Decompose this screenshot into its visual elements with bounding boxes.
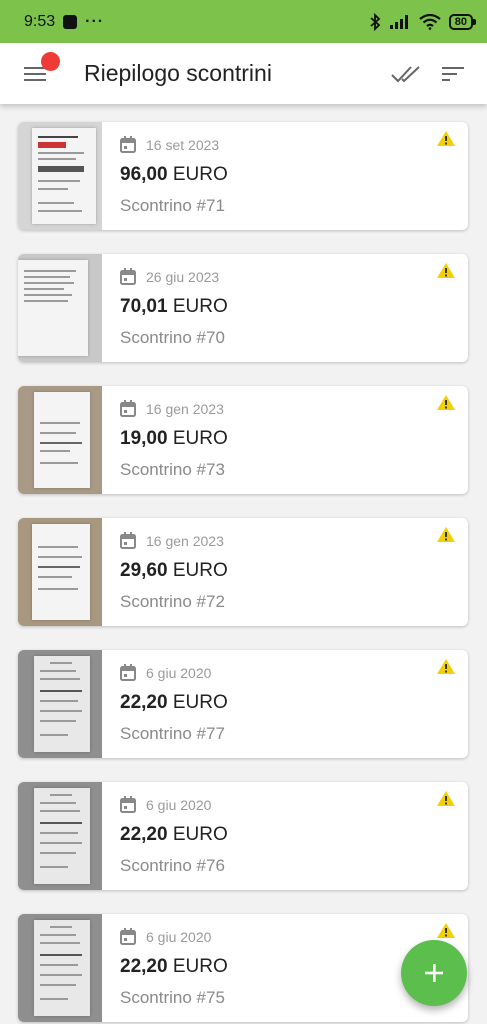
status-bar: 9:53 ··· 80: [0, 0, 487, 43]
receipt-name: Scontrino #71: [120, 196, 225, 215]
receipt-date: 6 giu 2020: [146, 664, 212, 681]
app-bar: Riepilogo scontrini: [0, 43, 487, 104]
wifi-icon: [419, 13, 441, 30]
app-notification-icon: [63, 14, 78, 29]
receipt-name: Scontrino #73: [120, 460, 225, 479]
more-notifications-icon: ···: [85, 12, 105, 30]
receipt-thumbnail: [18, 518, 102, 626]
warning-icon[interactable]: [436, 394, 456, 411]
add-receipt-button[interactable]: [401, 940, 467, 1006]
warning-icon[interactable]: [436, 790, 456, 807]
receipt-date: 26 giu 2023: [146, 268, 220, 285]
menu-button[interactable]: [0, 43, 60, 104]
receipt-date: 6 giu 2020: [146, 928, 212, 945]
status-time: 9:53: [24, 12, 56, 30]
receipt-amount: 19,00 EURO: [120, 428, 228, 449]
receipt-amount: 22,20 EURO: [120, 956, 228, 977]
calendar-icon: [120, 532, 136, 549]
receipt-list: 16 set 2023 96,00 EURO Scontrino #71 26 …: [0, 104, 487, 1024]
bluetooth-icon: [370, 12, 381, 31]
signal-icon: [389, 14, 408, 29]
double-check-icon[interactable]: [391, 64, 421, 84]
receipt-thumbnail: [18, 386, 102, 494]
calendar-icon: [120, 928, 136, 945]
receipt-card[interactable]: 16 gen 2023 19,00 EURO Scontrino #73: [18, 386, 468, 494]
receipt-amount: 22,20 EURO: [120, 824, 228, 845]
warning-icon[interactable]: [436, 130, 456, 147]
receipt-card[interactable]: 16 gen 2023 29,60 EURO Scontrino #72: [18, 518, 468, 626]
calendar-icon: [120, 796, 136, 813]
plus-icon: [425, 964, 443, 982]
receipt-amount: 96,00 EURO: [120, 164, 228, 185]
battery-icon: 80: [448, 13, 477, 30]
receipt-name: Scontrino #77: [120, 724, 225, 743]
calendar-icon: [120, 400, 136, 417]
receipt-card[interactable]: 6 giu 2020 22,20 EURO Scontrino #76: [18, 782, 468, 890]
warning-icon[interactable]: [436, 526, 456, 543]
sort-icon[interactable]: [441, 65, 465, 83]
receipt-date: 6 giu 2020: [146, 796, 212, 813]
receipt-thumbnail: [18, 782, 102, 890]
receipt-card[interactable]: 16 set 2023 96,00 EURO Scontrino #71: [18, 122, 468, 230]
receipt-card[interactable]: 26 giu 2023 70,01 EURO Scontrino #70: [18, 254, 468, 362]
receipt-date: 16 gen 2023: [146, 400, 224, 417]
receipt-name: Scontrino #75: [120, 988, 225, 1007]
calendar-icon: [120, 664, 136, 681]
warning-icon[interactable]: [436, 922, 456, 939]
receipt-date: 16 gen 2023: [146, 532, 224, 549]
receipt-thumbnail: [18, 122, 102, 230]
receipt-name: Scontrino #70: [120, 328, 225, 347]
receipt-thumbnail: [18, 254, 102, 362]
calendar-icon: [120, 268, 136, 285]
receipt-amount: 29,60 EURO: [120, 560, 228, 581]
notification-badge: [41, 52, 60, 71]
warning-icon[interactable]: [436, 658, 456, 675]
receipt-name: Scontrino #72: [120, 592, 225, 611]
receipt-amount: 22,20 EURO: [120, 692, 228, 713]
receipt-card[interactable]: 6 giu 2020 22,20 EURO Scontrino #77: [18, 650, 468, 758]
receipt-name: Scontrino #76: [120, 856, 225, 875]
receipt-thumbnail: [18, 650, 102, 758]
receipt-thumbnail: [18, 914, 102, 1022]
receipt-date: 16 set 2023: [146, 136, 220, 153]
receipt-amount: 70,01 EURO: [120, 296, 228, 317]
warning-icon[interactable]: [436, 262, 456, 279]
calendar-icon: [120, 136, 136, 153]
page-title: Riepilogo scontrini: [84, 60, 272, 86]
